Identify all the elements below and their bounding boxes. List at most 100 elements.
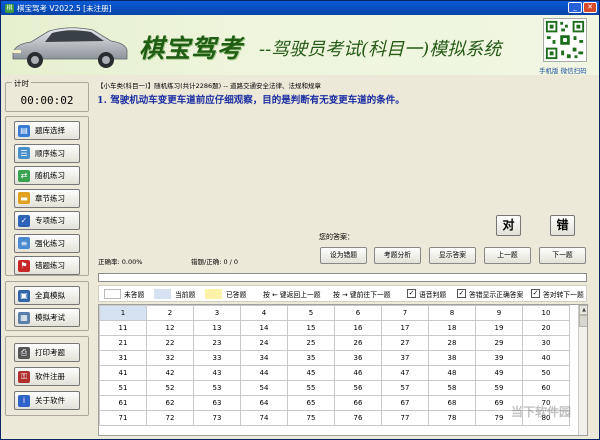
mark-wrong-button[interactable]: 设为错题 (320, 247, 367, 264)
question-cell[interactable]: 50 (522, 365, 570, 381)
sidebar-btn-flag[interactable]: ⚑ 错题练习 (14, 256, 80, 275)
question-cell[interactable]: 19 (475, 320, 523, 336)
question-cell[interactable]: 59 (475, 380, 523, 396)
question-cell[interactable]: 33 (193, 350, 241, 366)
question-cell[interactable]: 21 (99, 335, 147, 351)
question-cell[interactable]: 7 (381, 305, 429, 321)
question-cell[interactable]: 10 (522, 305, 570, 321)
question-cell[interactable]: 41 (99, 365, 147, 381)
close-button[interactable]: ✕ (583, 2, 597, 13)
question-cell[interactable]: 63 (193, 395, 241, 411)
question-cell[interactable]: 61 (99, 395, 147, 411)
question-cell[interactable]: 42 (146, 365, 194, 381)
question-cell[interactable]: 30 (522, 335, 570, 351)
minimize-button[interactable]: _ (568, 2, 582, 13)
scroll-thumb[interactable] (579, 315, 587, 327)
question-cell[interactable]: 57 (381, 380, 429, 396)
question-cell[interactable]: 58 (428, 380, 476, 396)
question-cell[interactable]: 18 (428, 320, 476, 336)
sidebar-btn-check[interactable]: ✓ 专项练习 (14, 211, 80, 230)
question-cell[interactable]: 24 (240, 335, 288, 351)
sidebar-btn-monitor[interactable]: ▣ 全真模拟 (14, 286, 80, 305)
question-cell[interactable]: 45 (287, 365, 335, 381)
question-cell[interactable]: 40 (522, 350, 570, 366)
question-cell[interactable]: 5 (287, 305, 335, 321)
question-cell[interactable]: 37 (381, 350, 429, 366)
question-cell[interactable]: 38 (428, 350, 476, 366)
question-cell[interactable]: 29 (475, 335, 523, 351)
question-cell[interactable]: 35 (287, 350, 335, 366)
question-cell[interactable]: 12 (146, 320, 194, 336)
show-correct-checkbox[interactable]: ✓ (457, 289, 466, 298)
sidebar-btn-list[interactable]: ☰ 顺序练习 (14, 143, 80, 163)
question-cell[interactable]: 52 (146, 380, 194, 396)
question-cell[interactable]: 36 (334, 350, 382, 366)
question-cell[interactable]: 11 (99, 320, 147, 336)
show-answer-button[interactable]: 显示答案 (429, 247, 476, 264)
question-cell[interactable]: 34 (240, 350, 288, 366)
question-cell[interactable]: 28 (428, 335, 476, 351)
question-cell[interactable]: 31 (99, 350, 147, 366)
question-cell[interactable]: 4 (240, 305, 288, 321)
question-cell[interactable]: 39 (475, 350, 523, 366)
prev-question-button[interactable]: 上一题 (484, 247, 531, 264)
question-cell[interactable]: 54 (240, 380, 288, 396)
question-cell[interactable]: 56 (334, 380, 382, 396)
question-cell[interactable]: 20 (522, 320, 570, 336)
question-cell[interactable]: 67 (381, 395, 429, 411)
voice-checkbox[interactable]: ✓ (407, 289, 416, 298)
sidebar-btn-key[interactable]: ⚿ 软件注册 (14, 367, 80, 386)
question-cell[interactable]: 76 (334, 410, 382, 426)
question-cell[interactable]: 46 (334, 365, 382, 381)
question-cell[interactable]: 26 (334, 335, 382, 351)
question-cell[interactable]: 60 (522, 380, 570, 396)
question-cell[interactable]: 23 (193, 335, 241, 351)
question-cell[interactable]: 43 (193, 365, 241, 381)
question-cell[interactable]: 16 (334, 320, 382, 336)
question-cell[interactable]: 49 (475, 365, 523, 381)
question-cell[interactable]: 75 (287, 410, 335, 426)
true-button[interactable]: 对 (496, 215, 521, 236)
question-cell[interactable]: 15 (287, 320, 335, 336)
sidebar-btn-shuffle[interactable]: ⇄ 随机练习 (14, 166, 80, 185)
question-cell[interactable]: 66 (334, 395, 382, 411)
question-cell[interactable]: 25 (287, 335, 335, 351)
question-cell[interactable]: 3 (193, 305, 241, 321)
question-cell[interactable]: 53 (193, 380, 241, 396)
sidebar-btn-info[interactable]: i 关于软件 (14, 391, 80, 410)
question-cell[interactable]: 68 (428, 395, 476, 411)
sidebar-btn-printer[interactable]: ⎙ 打印考题 (14, 343, 80, 362)
question-cell[interactable]: 17 (381, 320, 429, 336)
question-cell[interactable]: 71 (99, 410, 147, 426)
question-cell[interactable]: 2 (146, 305, 194, 321)
false-button[interactable]: 错 (550, 215, 575, 236)
sidebar-btn-folder[interactable]: ▬ 章节练习 (14, 188, 80, 208)
question-cell[interactable]: 47 (381, 365, 429, 381)
question-cell[interactable]: 74 (240, 410, 288, 426)
question-cell[interactable]: 55 (287, 380, 335, 396)
question-cell[interactable]: 32 (146, 350, 194, 366)
question-cell[interactable]: 44 (240, 365, 288, 381)
question-cell[interactable]: 27 (381, 335, 429, 351)
question-cell[interactable]: 48 (428, 365, 476, 381)
vertical-scrollbar[interactable]: ▲ (578, 305, 587, 435)
question-cell[interactable]: 72 (146, 410, 194, 426)
question-cell[interactable]: 78 (428, 410, 476, 426)
question-cell[interactable]: 62 (146, 395, 194, 411)
analysis-button[interactable]: 考题分析 (374, 247, 421, 264)
sidebar-btn-document[interactable]: ▦ 模拟考试 (14, 308, 80, 327)
title-bar[interactable]: 棋 棋宝驾考 V2022.5 [未注册] _ ✕ (1, 1, 599, 15)
question-cell[interactable]: 8 (428, 305, 476, 321)
sidebar-btn-form[interactable]: ≡ 强化练习 (14, 233, 80, 253)
sidebar-btn-book[interactable]: ▤ 题库选择 (14, 121, 80, 140)
question-cell[interactable]: 73 (193, 410, 241, 426)
question-cell[interactable]: 13 (193, 320, 241, 336)
question-cell[interactable]: 6 (334, 305, 382, 321)
question-cell[interactable]: 9 (475, 305, 523, 321)
question-cell[interactable]: 51 (99, 380, 147, 396)
question-cell[interactable]: 77 (381, 410, 429, 426)
auto-next-checkbox[interactable]: ✓ (531, 289, 540, 298)
next-question-button[interactable]: 下一题 (539, 247, 586, 264)
scroll-up-icon[interactable]: ▲ (579, 305, 587, 315)
question-cell[interactable]: 1 (99, 305, 147, 321)
